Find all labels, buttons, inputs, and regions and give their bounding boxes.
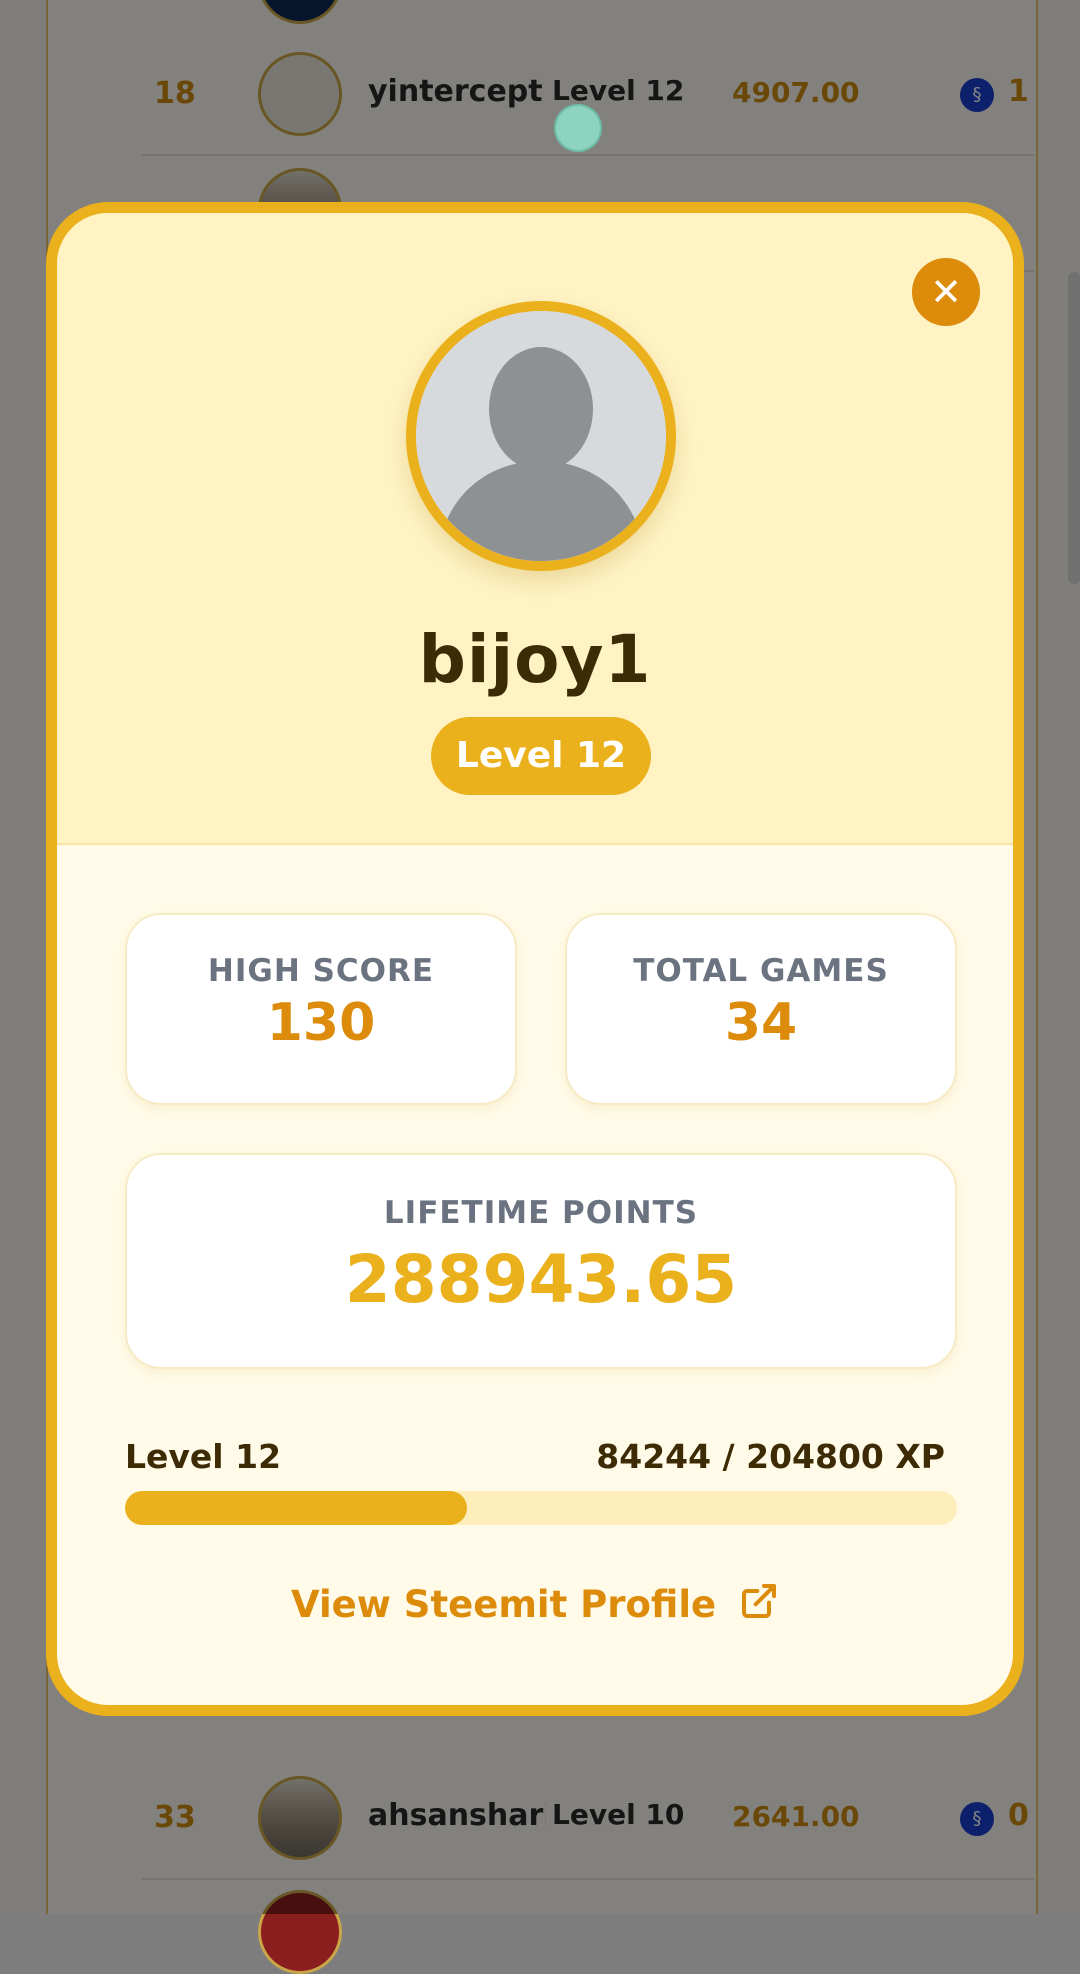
lifetime-points-value: 288943.65: [344, 1241, 738, 1318]
xp-progress-bar: [125, 1491, 957, 1525]
total-games-value: 34: [724, 993, 798, 1053]
xp-level-label: Level 12: [125, 1437, 282, 1476]
modal-header: ✕ bijoy1 Level 12: [57, 213, 1013, 845]
touch-indicator: [554, 104, 602, 152]
profile-avatar: [406, 301, 676, 571]
close-button[interactable]: ✕: [912, 258, 980, 326]
view-steemit-profile-link[interactable]: View Steemit Profile: [57, 1581, 1013, 1630]
profile-modal: ✕ bijoy1 Level 12 HIGH SCORE 130 TOTAL G…: [46, 202, 1024, 1716]
high-score-label: HIGH SCORE: [207, 953, 435, 989]
total-games-label: TOTAL GAMES: [633, 953, 889, 989]
lifetime-points-card: LIFETIME POINTS 288943.65: [125, 1153, 957, 1369]
external-link-icon: [739, 1581, 779, 1630]
profile-username: bijoy1: [418, 621, 652, 698]
xp-progress-fill: [125, 1491, 468, 1525]
level-badge: Level 12: [431, 717, 651, 795]
close-icon: ✕: [930, 270, 962, 314]
lifetime-points-label: LIFETIME POINTS: [383, 1195, 699, 1231]
default-avatar-icon: [416, 311, 666, 561]
high-score-value: 130: [266, 993, 376, 1053]
total-games-card: TOTAL GAMES 34: [565, 913, 957, 1105]
steemit-link-label: View Steemit Profile: [290, 1583, 717, 1626]
xp-progress-text: 84244 / 204800 XP: [596, 1437, 945, 1476]
high-score-card: HIGH SCORE 130: [125, 913, 517, 1105]
